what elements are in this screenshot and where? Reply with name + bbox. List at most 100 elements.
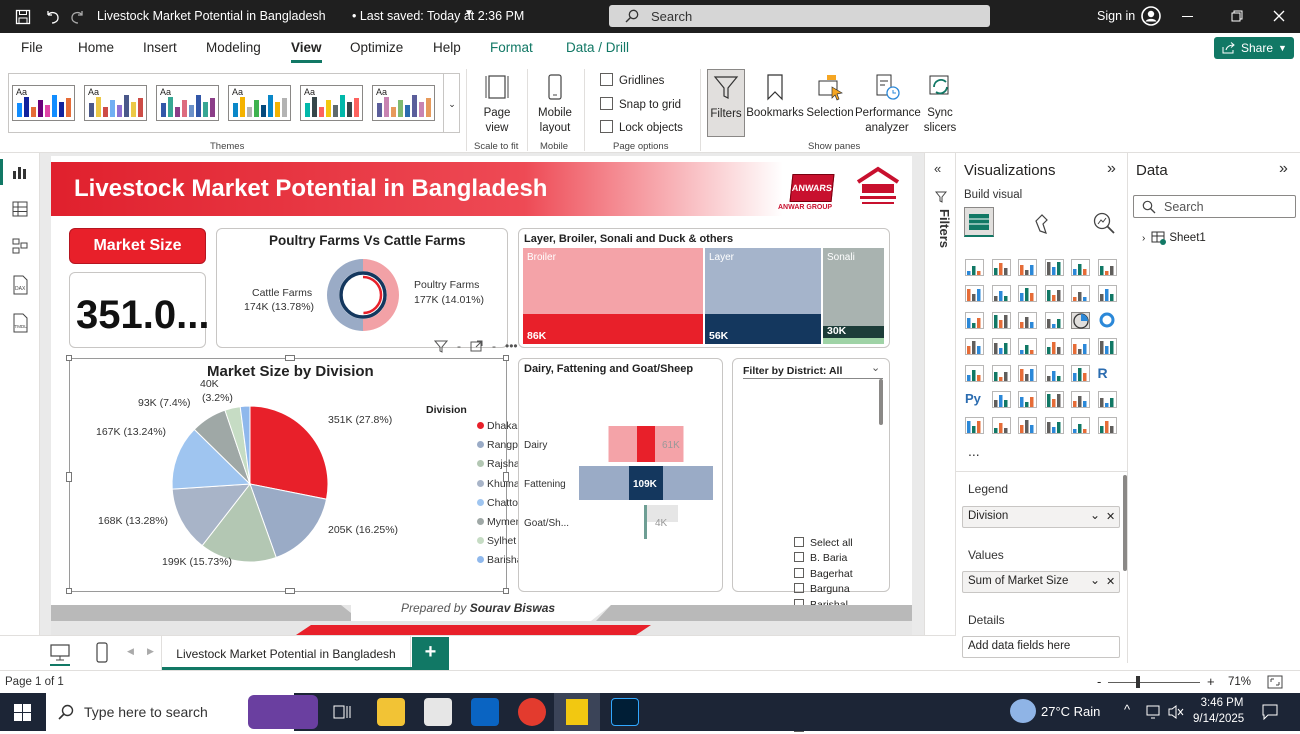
checkbox[interactable] bbox=[794, 537, 804, 547]
kpi-icon[interactable] bbox=[991, 364, 1011, 382]
slicer-scrollbar[interactable] bbox=[879, 379, 883, 425]
analytics-icon[interactable] bbox=[1092, 211, 1116, 235]
matrix-icon[interactable] bbox=[1071, 364, 1090, 382]
waterfall-icon[interactable] bbox=[991, 311, 1011, 329]
gridlines-checkbox[interactable]: Gridlines bbox=[600, 73, 664, 87]
zoom-slider[interactable] bbox=[1108, 682, 1200, 683]
chevron-down-icon[interactable]: ▼ bbox=[464, 8, 474, 19]
python-visual-icon[interactable]: Py bbox=[965, 391, 984, 408]
menu-view[interactable]: View bbox=[291, 40, 322, 55]
bookmarks-button[interactable]: Bookmarks bbox=[746, 73, 804, 121]
avatar-icon[interactable] bbox=[1141, 6, 1161, 26]
theme-6[interactable]: Aa bbox=[372, 85, 435, 121]
resize-handle[interactable] bbox=[285, 355, 295, 361]
legend-item-dhaka[interactable]: Dhaka bbox=[477, 420, 517, 432]
arcgis-icon[interactable] bbox=[1018, 417, 1037, 435]
theme-1[interactable]: Aa bbox=[12, 85, 75, 121]
clustered-column-icon[interactable] bbox=[1044, 259, 1064, 276]
viz-pane-scrollbar[interactable] bbox=[1123, 475, 1127, 571]
tmdl-view-icon[interactable]: TMDL bbox=[11, 313, 29, 333]
smart-narrative-icon[interactable] bbox=[1071, 391, 1090, 408]
slicer-item[interactable]: B. Baria bbox=[794, 552, 847, 564]
search-box[interactable]: Search bbox=[609, 5, 990, 27]
zoom-slider-thumb[interactable] bbox=[1136, 676, 1140, 688]
next-page-icon[interactable]: ▶ bbox=[147, 646, 154, 657]
collapse-right-icon[interactable]: » bbox=[1107, 160, 1116, 178]
sync-slicers-button[interactable]: Sync slicers bbox=[920, 73, 960, 136]
mobile-layout-button[interactable]: Mobile layout bbox=[533, 73, 577, 136]
menu-format[interactable]: Format bbox=[490, 40, 533, 55]
zoom-out-button[interactable]: - bbox=[1097, 674, 1101, 689]
scatter-icon[interactable] bbox=[1044, 311, 1064, 329]
data-search-input[interactable]: Search bbox=[1133, 195, 1296, 218]
r-visual-icon[interactable]: R bbox=[1098, 365, 1117, 382]
menu-modeling[interactable]: Modeling bbox=[206, 40, 261, 55]
azure-map-icon[interactable] bbox=[1044, 338, 1064, 355]
prev-page-icon[interactable]: ◀ bbox=[127, 646, 134, 657]
theme-3[interactable]: Aa bbox=[156, 85, 219, 121]
card-icon[interactable] bbox=[1097, 338, 1117, 355]
menu-home[interactable]: Home bbox=[78, 40, 114, 55]
line-stacked-column-icon[interactable] bbox=[1097, 285, 1117, 303]
bar-goat[interactable] bbox=[644, 505, 647, 539]
task-view-icon[interactable] bbox=[333, 703, 351, 721]
store-icon[interactable] bbox=[424, 698, 452, 726]
fit-to-page-icon[interactable] bbox=[1267, 675, 1283, 689]
taskbar-search-input[interactable]: Type here to search bbox=[46, 693, 318, 731]
key-influencers-icon[interactable] bbox=[991, 391, 1011, 408]
map-icon[interactable] bbox=[991, 338, 1011, 355]
goals-icon[interactable] bbox=[1097, 417, 1117, 435]
zoom-in-button[interactable]: + bbox=[1207, 674, 1215, 689]
snap-to-grid-checkbox[interactable]: Snap to grid bbox=[600, 97, 681, 111]
report-view-icon[interactable] bbox=[11, 163, 29, 181]
menu-insert[interactable]: Insert bbox=[143, 40, 177, 55]
tab-livestock-page[interactable]: Livestock Market Potential in Bangladesh bbox=[161, 636, 412, 670]
pie-chart-card[interactable]: Market Size by Division 351K (27.8%) 205K… bbox=[69, 358, 507, 592]
menu-file[interactable]: File bbox=[21, 40, 43, 55]
notification-icon[interactable] bbox=[1262, 704, 1278, 720]
remove-field-icon[interactable]: ✕ bbox=[1106, 575, 1115, 588]
menu-data-drill[interactable]: Data / Drill bbox=[566, 40, 629, 55]
performance-analyzer-button[interactable]: Performance analyzer bbox=[855, 73, 921, 136]
sign-in-link[interactable]: Sign in bbox=[1097, 9, 1135, 23]
treemap-tile-sonali[interactable]: Sonali 30K bbox=[823, 248, 884, 344]
area-icon[interactable] bbox=[991, 285, 1011, 303]
slicer-item[interactable]: Select all bbox=[794, 537, 853, 549]
filters-pane-collapsed[interactable]: « Filters bbox=[924, 153, 956, 635]
photoshop-icon[interactable] bbox=[611, 698, 639, 726]
build-visual-tab[interactable] bbox=[964, 207, 994, 237]
gallery-more-icon[interactable]: ⌄ bbox=[443, 73, 460, 133]
resize-handle[interactable] bbox=[66, 355, 72, 361]
details-field-well[interactable]: Add data fields here bbox=[962, 636, 1120, 658]
100-area-icon[interactable] bbox=[1044, 285, 1064, 303]
treemap-icon[interactable] bbox=[965, 338, 984, 355]
theme-5[interactable]: Aa bbox=[300, 85, 363, 121]
add-page-button[interactable]: + bbox=[412, 637, 449, 670]
table-sheet1[interactable]: › Sheet1 bbox=[1142, 231, 1206, 245]
100-stacked-bar-icon[interactable] bbox=[1071, 259, 1090, 276]
power-bi-taskbar-active[interactable] bbox=[554, 693, 600, 731]
stacked-area-icon[interactable] bbox=[1018, 285, 1037, 303]
resize-handle[interactable] bbox=[66, 588, 72, 594]
network-icon[interactable] bbox=[1145, 704, 1163, 720]
undo-icon[interactable] bbox=[44, 9, 60, 25]
menu-optimize[interactable]: Optimize bbox=[350, 40, 403, 55]
checkbox[interactable] bbox=[794, 567, 804, 578]
lock-objects-checkbox[interactable]: Lock objects bbox=[600, 120, 683, 134]
paginated-icon[interactable] bbox=[1097, 391, 1117, 408]
stacked-column-icon[interactable] bbox=[991, 259, 1011, 276]
multi-row-card-icon[interactable] bbox=[965, 364, 984, 382]
legend-field-well[interactable]: Division ⌄ ✕ bbox=[962, 506, 1120, 528]
stacked-bar-icon[interactable] bbox=[965, 259, 984, 276]
decomposition-tree-icon[interactable] bbox=[1018, 391, 1037, 408]
legend-item-khulna[interactable]: Khulna bbox=[477, 478, 520, 490]
line-icon[interactable] bbox=[965, 285, 984, 303]
format-visual-icon[interactable] bbox=[1032, 211, 1054, 235]
power-apps-icon[interactable] bbox=[965, 417, 984, 435]
share-button[interactable]: Share ▼ bbox=[1214, 37, 1294, 59]
speaker-muted-icon[interactable] bbox=[1167, 704, 1185, 720]
theme-2[interactable]: Aa bbox=[84, 85, 147, 121]
more-visuals-ellipsis[interactable]: ... bbox=[968, 443, 980, 459]
more-options-icon[interactable]: ••• bbox=[505, 339, 518, 353]
minimize-icon[interactable] bbox=[1182, 16, 1193, 17]
